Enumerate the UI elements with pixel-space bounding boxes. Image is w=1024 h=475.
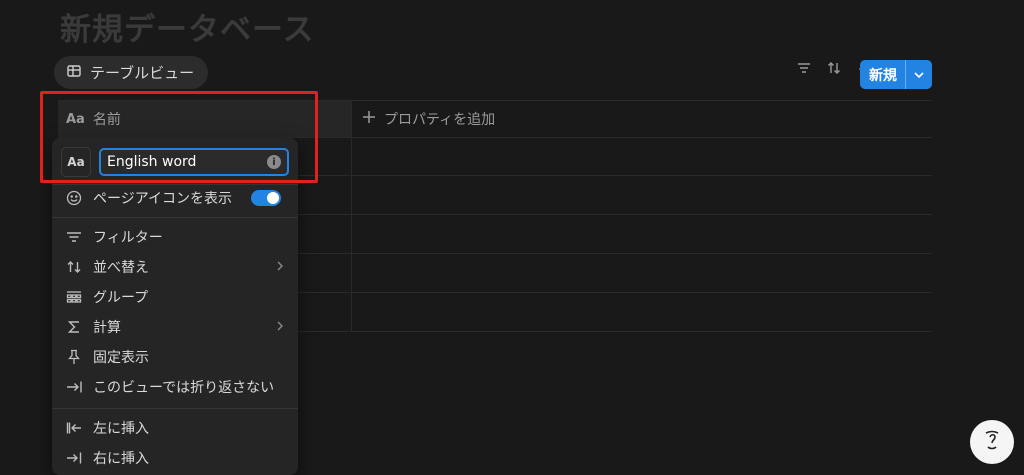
- chevron-right-icon: [277, 319, 283, 335]
- insert-left-icon: [65, 419, 83, 437]
- menu-item-pin[interactable]: 固定表示: [65, 343, 287, 371]
- menu-item-calculate[interactable]: 計算: [65, 313, 287, 341]
- no-wrap-icon: [65, 378, 83, 396]
- sigma-icon: [65, 318, 83, 336]
- page-title[interactable]: 新規データベース: [60, 4, 314, 49]
- menu-item-group[interactable]: グループ: [65, 283, 287, 311]
- property-name-row: Aa English word i: [61, 147, 289, 177]
- smile-icon: [65, 189, 83, 207]
- new-button-label: 新規: [860, 60, 906, 89]
- text-property-icon: Aa: [66, 111, 85, 127]
- info-icon[interactable]: i: [267, 155, 281, 169]
- chevron-down-icon[interactable]: [906, 71, 932, 78]
- menu-item-label: 左に挿入: [93, 421, 149, 437]
- sort-icon: [65, 258, 83, 276]
- plus-icon: [362, 110, 376, 128]
- table-icon: [66, 63, 82, 83]
- pin-icon: [65, 348, 83, 366]
- menu-divider: [52, 217, 298, 218]
- help-icon: [981, 428, 1003, 457]
- menu-item-label: フィルター: [93, 230, 163, 246]
- filter-icon: [65, 228, 83, 246]
- menu-item-sort[interactable]: 並べ替え: [65, 253, 287, 281]
- chevron-right-icon: [277, 259, 283, 275]
- menu-item-label: 計算: [93, 320, 121, 336]
- new-button[interactable]: 新規: [860, 60, 932, 89]
- show-icon-toggle[interactable]: [251, 190, 281, 206]
- menu-item-insert-left[interactable]: 左に挿入: [65, 414, 287, 442]
- menu-item-no-wrap[interactable]: このビューでは折り返さない: [65, 373, 287, 401]
- menu-divider: [52, 408, 298, 409]
- property-name-input[interactable]: English word i: [99, 148, 289, 176]
- filter-icon[interactable]: [796, 60, 812, 76]
- menu-item-insert-right[interactable]: 右に挿入: [65, 444, 287, 472]
- menu-item-label: 右に挿入: [93, 451, 149, 467]
- add-property-label: プロパティを追加: [384, 112, 496, 128]
- column-menu: Aa English word i ページアイコンを表示 フィルター 並べ替え: [52, 138, 298, 475]
- menu-item-label: グループ: [93, 290, 149, 306]
- property-name-value: English word: [107, 154, 197, 170]
- menu-item-label: 固定表示: [93, 350, 149, 366]
- menu-item-label: ページアイコンを表示: [93, 191, 233, 207]
- help-button[interactable]: [970, 420, 1014, 464]
- view-tab-table[interactable]: テーブルビュー: [54, 56, 209, 89]
- menu-item-label: 並べ替え: [93, 260, 149, 276]
- property-type-button[interactable]: Aa: [61, 147, 91, 177]
- menu-item-label: このビューでは折り返さない: [93, 380, 275, 396]
- view-tab-label: テーブルビュー: [90, 64, 195, 82]
- add-property-button[interactable]: プロパティを追加: [351, 101, 495, 137]
- insert-right-icon: [65, 449, 83, 467]
- group-icon: [65, 288, 83, 306]
- menu-item-filter[interactable]: フィルター: [65, 223, 287, 251]
- sort-icon[interactable]: [826, 60, 842, 76]
- menu-item-show-page-icon[interactable]: ページアイコンを表示: [65, 184, 287, 212]
- column-header-name[interactable]: Aa 名前: [58, 101, 351, 137]
- table-header: Aa 名前 プロパティを追加: [58, 100, 932, 138]
- column-name-label: 名前: [92, 112, 121, 128]
